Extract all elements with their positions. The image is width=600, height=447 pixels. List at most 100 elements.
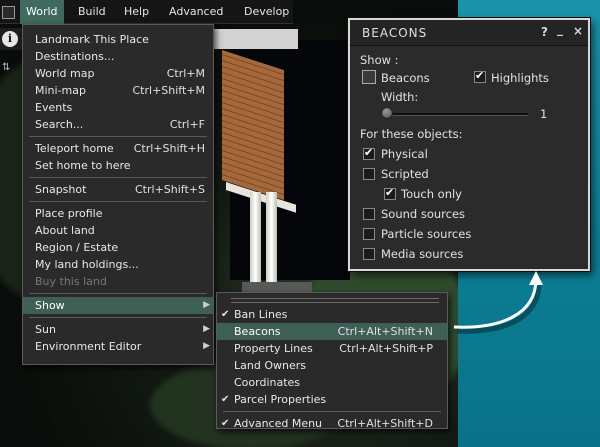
- menubar-advanced[interactable]: Advanced: [163, 0, 229, 24]
- menubar-square-icon: [2, 6, 15, 19]
- menubar-world[interactable]: World: [20, 0, 64, 24]
- menu-item-show[interactable]: Show ▶: [23, 297, 213, 314]
- checkmark-icon: ✔: [221, 309, 230, 320]
- menu-item-label: Snapshot: [35, 183, 87, 196]
- touch-only-checkbox[interactable]: [384, 186, 396, 200]
- menu-item-label: My land holdings...: [35, 258, 139, 271]
- menu-item-label: Sun: [35, 323, 56, 336]
- menu-separator: [223, 411, 441, 412]
- menu-item-events[interactable]: Events: [23, 99, 213, 116]
- touch-only-checkbox-label: Touch only: [401, 187, 462, 201]
- top-menubar: World Build Help Advanced Develop: [0, 0, 293, 24]
- menu-item-label: Set home to here: [35, 159, 131, 172]
- menu-item-label: World map: [35, 67, 95, 80]
- menu-item-beacons[interactable]: Beacons Ctrl+Alt+Shift+N: [217, 323, 447, 340]
- menu-item-label: Beacons: [234, 325, 281, 338]
- menu-item-label: Coordinates: [234, 376, 301, 389]
- menu-item-advanced-menu[interactable]: ✔ Advanced Menu Ctrl+Alt+Shift+D: [217, 415, 447, 432]
- beacons-floater: BEACONS ? _ × Show : Beacons Highlights …: [348, 18, 590, 271]
- width-slider-knob[interactable]: [381, 107, 393, 119]
- close-icon[interactable]: ×: [573, 24, 583, 38]
- menu-separator: [29, 201, 207, 202]
- menubar-help[interactable]: Help: [118, 0, 155, 24]
- highlights-checkbox-label: Highlights: [491, 71, 549, 85]
- menu-item-teleport-home[interactable]: Teleport home Ctrl+Shift+H: [23, 140, 213, 157]
- menu-item-mini-map[interactable]: Mini-map Ctrl+Shift+M: [23, 82, 213, 99]
- column-right: [266, 192, 277, 292]
- menu-item-shortcut: Ctrl+M: [166, 67, 205, 80]
- menu-item-label: Landmark This Place: [35, 33, 149, 46]
- sound-sources-checkbox-label: Sound sources: [381, 207, 466, 221]
- checkmark-icon: ✔: [221, 394, 230, 405]
- menu-item-set-home[interactable]: Set home to here: [23, 157, 213, 174]
- menu-item-shortcut: Ctrl+Alt+Shift+N: [337, 325, 433, 338]
- callout-arrow-icon: [453, 271, 543, 334]
- width-label: Width:: [381, 90, 419, 104]
- submenu-arrow-icon: ▶: [203, 341, 210, 351]
- menu-item-label: About land: [35, 224, 95, 237]
- info-icon[interactable]: i: [2, 31, 18, 47]
- menubar-build[interactable]: Build: [72, 0, 112, 24]
- sound-sources-checkbox[interactable]: [363, 208, 375, 220]
- menu-item-label: Search...: [35, 118, 84, 131]
- menu-item-shortcut: Ctrl+Alt+Shift+P: [339, 342, 433, 355]
- menu-item-snapshot[interactable]: Snapshot Ctrl+Shift+S: [23, 181, 213, 198]
- menu-item-landmark-this-place[interactable]: Landmark This Place: [23, 31, 213, 48]
- menu-item-world-map[interactable]: World map Ctrl+M: [23, 65, 213, 82]
- menu-item-label: Land Owners: [234, 359, 306, 372]
- menu-separator: [29, 317, 207, 318]
- menu-item-environment-editor[interactable]: Environment Editor ▶: [23, 338, 213, 355]
- menu-item-place-profile[interactable]: Place profile: [23, 205, 213, 222]
- menu-item-buy-this-land: Buy this land: [23, 273, 213, 290]
- menu-item-shortcut: Ctrl+Shift+H: [133, 142, 205, 155]
- menu-item-destinations[interactable]: Destinations...: [23, 48, 213, 65]
- show-submenu: ✔ Ban Lines Beacons Ctrl+Alt+Shift+N Prope…: [216, 292, 448, 432]
- menu-item-label: Parcel Properties: [234, 393, 327, 406]
- beacons-checkbox[interactable]: [362, 70, 376, 84]
- menu-item-label: Mini-map: [35, 84, 86, 97]
- tearoff-grip[interactable]: [231, 298, 439, 303]
- menu-item-land-owners[interactable]: Land Owners: [217, 357, 447, 374]
- menu-item-property-lines[interactable]: Property Lines Ctrl+Alt+Shift+P: [217, 340, 447, 357]
- menu-separator: [29, 293, 207, 294]
- submenu-arrow-icon: ▶: [203, 300, 210, 310]
- menu-item-label: Destinations...: [35, 50, 115, 63]
- world-menu: Landmark This Place Destinations... Worl…: [22, 24, 214, 365]
- menu-item-label: Property Lines: [234, 342, 313, 355]
- menu-item-ban-lines[interactable]: ✔ Ban Lines: [217, 306, 447, 323]
- brick-wall: [222, 50, 284, 201]
- menu-item-search[interactable]: Search... Ctrl+F: [23, 116, 213, 133]
- physical-checkbox[interactable]: [363, 146, 375, 160]
- location-field[interactable]: [214, 29, 298, 49]
- menu-item-label: Buy this land: [35, 275, 107, 288]
- highlights-checkbox[interactable]: [474, 69, 486, 83]
- menu-item-parcel-properties[interactable]: ✔ Parcel Properties: [217, 391, 447, 408]
- width-value: 1: [540, 107, 548, 121]
- menu-separator: [29, 136, 207, 137]
- menu-item-label: Environment Editor: [35, 340, 142, 353]
- menu-item-shortcut: Ctrl+Alt+Shift+D: [337, 417, 433, 430]
- particle-sources-checkbox[interactable]: [363, 228, 375, 240]
- menu-item-coordinates[interactable]: Coordinates: [217, 374, 447, 391]
- menubar-develop[interactable]: Develop: [238, 0, 295, 24]
- menu-item-label: Teleport home: [35, 142, 114, 155]
- menu-item-label: Advanced Menu: [234, 417, 323, 430]
- column-left: [250, 192, 261, 292]
- house-model: [222, 50, 312, 312]
- show-heading: Show :: [360, 53, 399, 67]
- media-sources-checkbox[interactable]: [363, 248, 375, 260]
- help-icon[interactable]: ?: [541, 25, 548, 39]
- menu-separator: [29, 177, 207, 178]
- menu-item-label: Ban Lines: [234, 308, 288, 321]
- menu-item-region-estate[interactable]: Region / Estate: [23, 239, 213, 256]
- menu-item-label: Events: [35, 101, 73, 114]
- menu-item-sun[interactable]: Sun ▶: [23, 321, 213, 338]
- scripted-checkbox[interactable]: [363, 168, 375, 180]
- width-slider-track[interactable]: [388, 113, 528, 116]
- floater-titlebar[interactable]: BEACONS ? _ ×: [350, 20, 588, 46]
- menu-item-my-land-holdings[interactable]: My land holdings...: [23, 256, 213, 273]
- minimize-icon[interactable]: _: [557, 22, 563, 36]
- floater-title: BEACONS: [362, 26, 428, 40]
- beacons-checkbox-label: Beacons: [381, 71, 430, 85]
- menu-item-about-land[interactable]: About land: [23, 222, 213, 239]
